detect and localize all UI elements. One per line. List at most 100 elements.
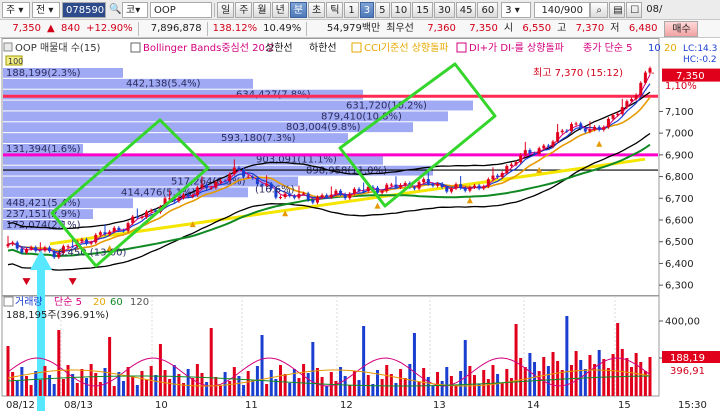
period-tick-button[interactable]: 틱 (326, 1, 344, 18)
buy-button[interactable]: 매수 (664, 20, 699, 37)
volume-current-tag-2: 396,91 (670, 366, 705, 377)
open-price: 6,550 (522, 22, 552, 34)
volume-bar (214, 377, 218, 396)
lookup-icon[interactable]: ⌕ (590, 1, 609, 18)
candle-body (565, 130, 569, 132)
candle-body (357, 188, 361, 191)
candle-body (537, 148, 541, 154)
candle-body (449, 188, 453, 192)
volume-profile-label: 237,151(2.9%) (6, 209, 81, 220)
volume-ratio-2: 10.49% (263, 22, 302, 34)
lower-band-label[interactable]: 하한선 (309, 41, 337, 54)
candle-body (255, 178, 259, 185)
volume-label[interactable]: 거래량 (15, 296, 43, 308)
volume-ma60-label[interactable]: 60 (110, 297, 123, 308)
checkbox-icon[interactable] (456, 42, 467, 53)
minute-10-button[interactable]: 10 (390, 1, 412, 18)
volume-bar (61, 379, 65, 396)
checkbox-icon[interactable] (351, 42, 362, 53)
candle-body (362, 190, 366, 192)
candle-body (412, 187, 416, 189)
stock-code-input[interactable]: 078590 (62, 1, 106, 18)
price-chart[interactable]: 7,100 7,000 6,900 6,800 6,700 6,600 6,500 6,400… (0, 38, 720, 411)
interval-input[interactable]: 3 ▾ (501, 1, 532, 18)
candle-body (574, 123, 578, 125)
candle-body (634, 94, 638, 100)
candle-body (315, 196, 319, 203)
candle-body (320, 195, 324, 197)
volume-bar (269, 370, 273, 396)
ma10-label[interactable]: 10 (648, 43, 661, 54)
candle-body (334, 190, 338, 195)
candle-body (306, 193, 310, 201)
high-annotation: 최고 7,370 (15:12) (533, 67, 623, 79)
volume-ma120-label[interactable]: 120 (130, 297, 149, 308)
period-year-button[interactable]: 년 (271, 1, 289, 18)
checkbox-icon[interactable] (130, 42, 141, 53)
market-select[interactable]: 코▾ (122, 1, 148, 18)
candle-body (223, 180, 227, 182)
cci-label[interactable]: CCI기준선 상향돌파 (364, 42, 449, 54)
volume-bar (357, 380, 361, 396)
candle-body (11, 242, 15, 245)
minute-1-button[interactable]: 1 (344, 1, 359, 18)
candle-body (140, 217, 144, 219)
minute-3-button[interactable]: 3 (359, 1, 375, 18)
count-input[interactable]: 140/900 (534, 1, 591, 18)
minute-5-button[interactable]: 5 (375, 1, 390, 18)
bollinger-label[interactable]: Bollinger Bands중심선 20.2 (143, 42, 274, 54)
candle-body (297, 193, 301, 198)
hc-label: HC:-0.2 (683, 55, 717, 65)
period-type-select[interactable]: 주 ▾ (2, 1, 30, 18)
best-price: 7,360 (427, 22, 456, 34)
checkbox-icon[interactable]: ☐ (626, 1, 643, 18)
x-axis-label: 08/13 (64, 400, 93, 411)
volume-bar (75, 383, 79, 396)
volume-bar (537, 371, 541, 396)
view-select[interactable]: 전 ▾ (32, 1, 60, 18)
volume-bar (445, 367, 449, 396)
volume-bar (302, 364, 306, 396)
volume-bar (195, 364, 199, 396)
toggle-icon[interactable]: ▤ (609, 1, 626, 18)
x-axis-label: 15 (618, 400, 631, 411)
minute-15-button[interactable]: 15 (412, 1, 434, 18)
quote-bar: 7,350 ▲ 840 +12.90% 7,896,878 138.12% 10… (0, 20, 720, 38)
ma20-label[interactable]: 20 (664, 43, 677, 54)
indicator-title[interactable]: OOP 매물대 수(15) (15, 42, 101, 54)
volume-bar (486, 379, 490, 396)
volume-ma20-label[interactable]: 20 (93, 297, 106, 308)
volume-bar (616, 323, 620, 396)
volume-bar (283, 374, 287, 396)
checkbox-icon[interactable] (3, 296, 14, 307)
volume-bar (279, 365, 283, 396)
volume-bar (140, 371, 144, 396)
view-label: 전 (36, 4, 46, 16)
legend-box-icon[interactable] (3, 42, 13, 52)
period-month-button[interactable]: 월 (253, 1, 271, 18)
volume-ma5-label[interactable]: 단순 5 (54, 296, 82, 308)
volume-bar (38, 380, 42, 396)
volume-bar (569, 365, 573, 396)
candle-body (625, 101, 629, 108)
stock-name-input[interactable]: OOP (150, 1, 212, 18)
period-second-button[interactable]: 초 (308, 1, 326, 18)
volume-bar (98, 382, 102, 396)
minute-30-button[interactable]: 30 (434, 1, 455, 18)
candle-body (279, 197, 283, 199)
minute-60-button[interactable]: 60 (477, 1, 499, 18)
period-week-button[interactable]: 주 (235, 1, 253, 18)
minute-45-button[interactable]: 45 (455, 1, 477, 18)
candle-body (348, 193, 352, 199)
dmi-label[interactable]: DI+가 DI-를 상향돌파 (469, 42, 564, 54)
candle-body (126, 223, 130, 231)
candle-body (422, 179, 426, 183)
volume-bar (11, 372, 15, 396)
candle-body (52, 251, 56, 258)
volume-bar (172, 365, 176, 396)
period-day-button[interactable]: 일 (217, 1, 235, 18)
close-ma-label[interactable]: 종가 단순 5 (583, 42, 633, 54)
upper-band-label[interactable]: 상한선 (265, 42, 293, 54)
period-minute-button[interactable]: 분 (289, 1, 308, 18)
search-icon[interactable]: 🔍 (106, 2, 122, 18)
